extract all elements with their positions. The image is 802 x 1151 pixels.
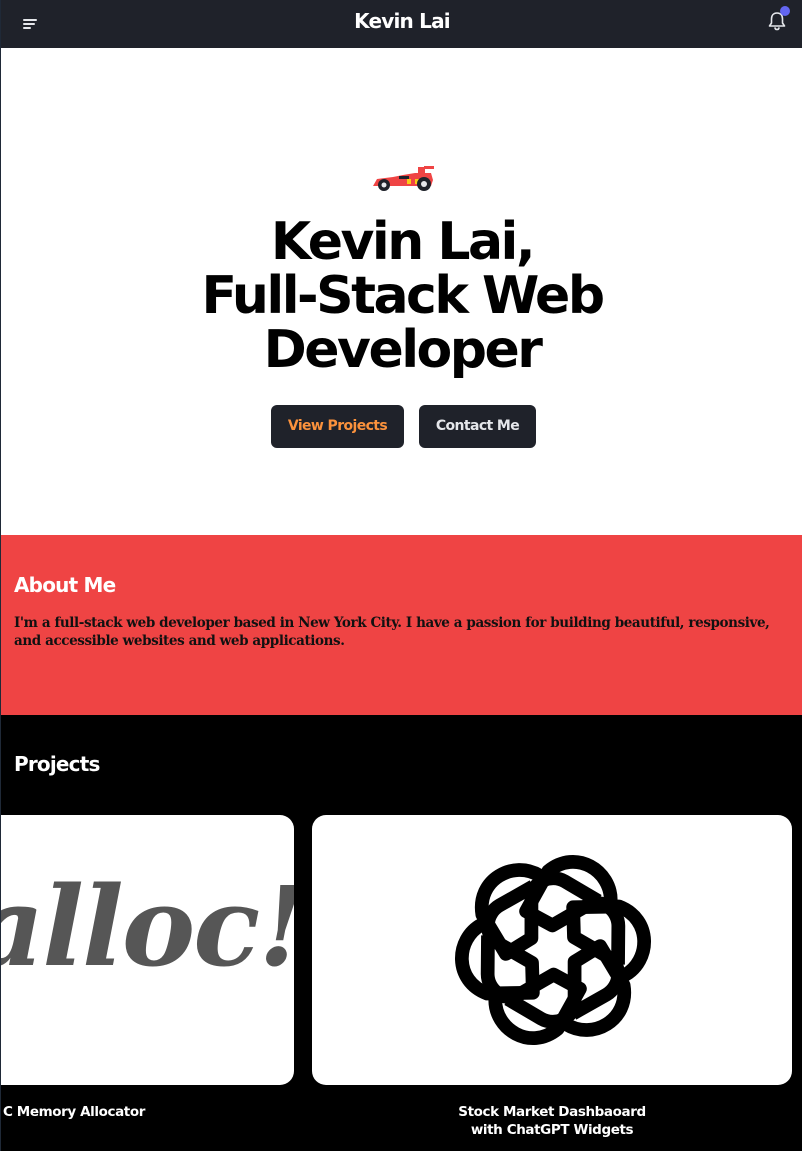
project-card-memory-allocator[interactable]: alloc! (1, 815, 294, 1085)
hero-title-line: Kevin Lai, (270, 212, 536, 272)
view-projects-button[interactable]: View Projects (271, 405, 404, 448)
page: Kevin Lai Kevin Lai, Full-Stack Web Deve… (0, 0, 802, 1151)
project-title[interactable]: Stock Market Dashbaoard with ChatGPT Wid… (432, 1103, 672, 1139)
malloc-logo: alloc! (1, 862, 294, 991)
about-heading: About Me (14, 573, 116, 597)
hero-title-line: Full-Stack Web (201, 266, 605, 326)
projects-heading: Projects (14, 752, 100, 776)
project-title-line: Stock Market Dashbaoard (458, 1104, 646, 1120)
brand-link[interactable]: Kevin Lai (354, 9, 451, 33)
about-text: I'm a full-stack web developer based in … (14, 615, 770, 649)
hero-title: Kevin Lai, Full-Stack Web Developer (1, 215, 802, 377)
brand-title: Kevin Lai (1, 0, 802, 48)
project-title-line: with ChatGPT Widgets (470, 1122, 634, 1138)
navbar: Kevin Lai (1, 0, 802, 48)
notification-dot (780, 6, 790, 16)
hero-title-line: Developer (263, 320, 543, 380)
hero-section: Kevin Lai, Full-Stack Web Developer View… (1, 48, 802, 535)
project-card-stock-dashboard[interactable] (312, 815, 792, 1085)
race-car-icon (373, 166, 434, 191)
notification-button[interactable] (766, 6, 790, 33)
openai-logo-icon (450, 845, 656, 1055)
project-title[interactable]: C Memory Allocator (3, 1103, 145, 1121)
contact-me-button[interactable]: Contact Me (419, 405, 536, 448)
projects-section: Projects alloc! C Memory Allocator (1, 715, 802, 1151)
about-section: About Me I'm a full-stack web developer … (1, 535, 802, 715)
